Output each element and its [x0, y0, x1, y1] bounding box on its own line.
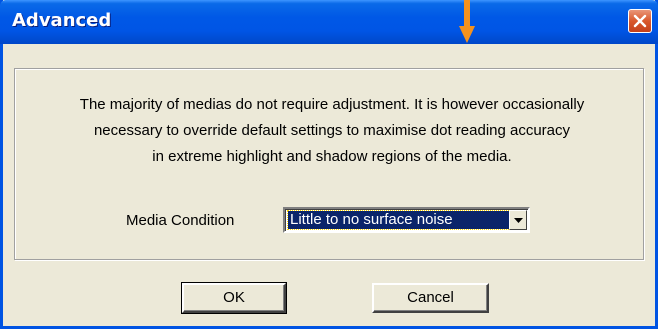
chevron-down-icon — [514, 218, 523, 223]
dialog-title: Advanced — [12, 10, 112, 31]
info-message: The majority of medias do not require ad… — [17, 92, 647, 170]
cancel-button[interactable]: Cancel — [372, 283, 489, 313]
message-line: The majority of medias do not require ad… — [79, 96, 585, 113]
arrow-down-icon — [459, 0, 475, 43]
media-condition-select[interactable]: Little to no surface noise — [283, 207, 530, 233]
close-icon — [633, 14, 647, 28]
media-condition-value[interactable]: Little to no surface noise — [287, 210, 511, 230]
message-line: necessary to override default settings t… — [93, 122, 571, 139]
advanced-dialog: Advanced The majority of medias do not r… — [0, 0, 658, 329]
message-line: in extreme highlight and shadow regions … — [152, 148, 512, 165]
dropdown-button[interactable] — [509, 210, 527, 230]
ok-button[interactable]: OK — [181, 282, 287, 314]
close-button[interactable] — [628, 9, 652, 33]
media-condition-label: Media Condition — [126, 212, 235, 229]
title-bar[interactable]: Advanced — [0, 0, 658, 44]
